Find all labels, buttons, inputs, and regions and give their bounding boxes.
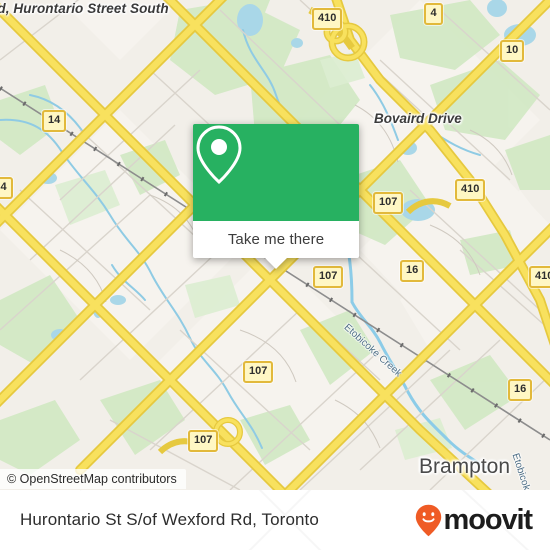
highway-shield: 410 bbox=[529, 266, 550, 288]
station-popup-card[interactable]: Take me there bbox=[193, 124, 359, 269]
popup-header bbox=[193, 124, 359, 221]
map-attribution[interactable]: © OpenStreetMap contributors bbox=[0, 469, 186, 489]
moovit-logo[interactable]: moovit bbox=[415, 503, 534, 537]
highway-shield: 107 bbox=[243, 361, 274, 383]
map-label-hurontario-street-south: rd, Hurontario Street South bbox=[0, 1, 169, 16]
moovit-smiley-pin-icon bbox=[415, 504, 441, 536]
highway-shield: 107 bbox=[188, 430, 219, 452]
map-canvas[interactable]: rd, Hurontario Street South Bovaird Driv… bbox=[0, 0, 550, 490]
popup-action-bar[interactable]: Take me there bbox=[193, 221, 359, 258]
moovit-station-map-page: rd, Hurontario Street South Bovaird Driv… bbox=[0, 0, 550, 550]
highway-shield: 4 bbox=[0, 177, 13, 199]
highway-shield: 107 bbox=[373, 192, 404, 214]
highway-shield: 410 bbox=[455, 179, 486, 201]
bottom-info-bar: Hurontario St S/of Wexford Rd, Toronto m… bbox=[0, 490, 550, 550]
highway-shield: 10 bbox=[500, 40, 525, 62]
map-label-brampton: Brampton bbox=[419, 455, 511, 478]
station-address: Hurontario St S/of Wexford Rd, Toronto bbox=[20, 510, 319, 529]
highway-shield: 107 bbox=[313, 266, 344, 288]
location-pin-icon bbox=[196, 125, 242, 185]
highway-shield: 410 bbox=[312, 8, 343, 30]
highway-shield: 16 bbox=[508, 379, 533, 401]
take-me-there-label: Take me there bbox=[227, 231, 325, 248]
map-label-bovaird-drive: Bovaird Drive bbox=[374, 111, 462, 126]
highway-shield: 14 bbox=[42, 110, 67, 132]
moovit-wordmark: moovit bbox=[443, 503, 534, 536]
highway-shield: 4 bbox=[424, 3, 443, 25]
popup-pointer bbox=[265, 258, 287, 269]
highway-shield: 16 bbox=[400, 260, 425, 282]
